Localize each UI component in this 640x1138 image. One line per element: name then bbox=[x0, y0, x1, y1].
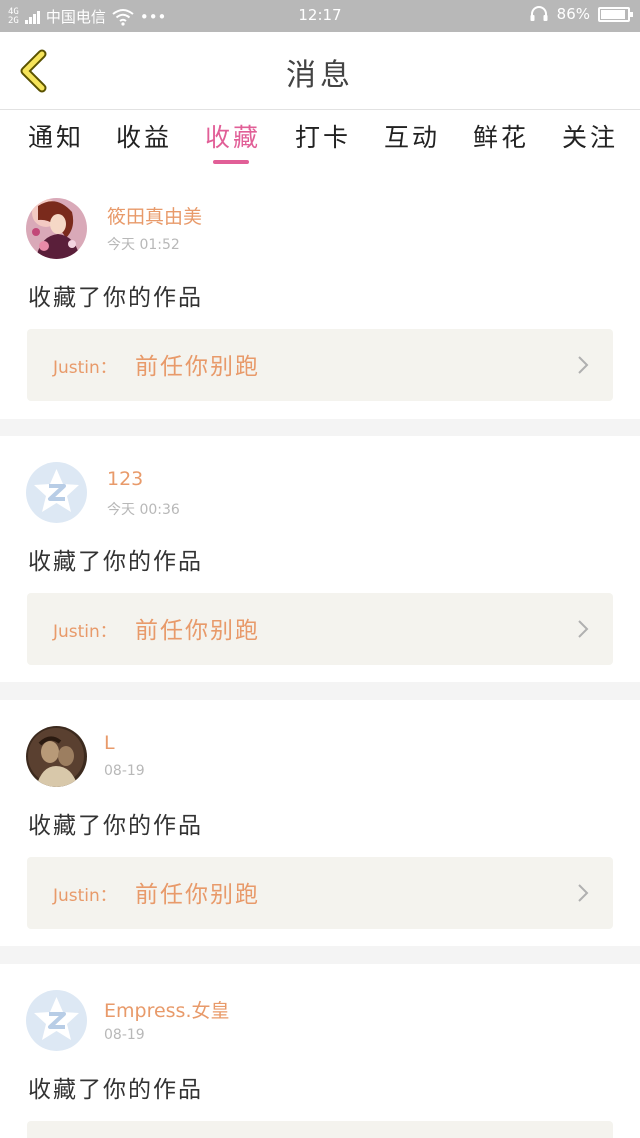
chevron-right-icon bbox=[578, 356, 589, 374]
action-text: 收藏了你的作品 bbox=[28, 813, 203, 839]
avatar[interactable] bbox=[26, 726, 87, 787]
page-title: 消息 bbox=[286, 58, 354, 93]
tab-notice[interactable]: 通知 bbox=[28, 118, 84, 154]
work-link[interactable]: Justin： 前任你别跑 bbox=[27, 329, 613, 401]
avatar[interactable] bbox=[26, 990, 87, 1051]
list-item[interactable]: 筱田真由美 今天 01:52 收藏了你的作品 Justin： 前任你别跑 bbox=[0, 168, 640, 419]
tab-follow[interactable]: 关注 bbox=[562, 118, 618, 154]
battery-percent: 86% bbox=[556, 5, 590, 23]
work-author: Justin： bbox=[53, 622, 117, 642]
username[interactable]: 123 bbox=[107, 468, 143, 490]
list-item[interactable]: 123 今天 00:36 收藏了你的作品 Justin： 前任你别跑 bbox=[0, 436, 640, 682]
username[interactable]: 筱田真由美 bbox=[107, 202, 202, 229]
header: 消息 bbox=[0, 32, 640, 110]
chevron-right-icon bbox=[578, 620, 589, 638]
work-title: 前任你别跑 bbox=[135, 618, 260, 644]
status-right: 86% bbox=[529, 5, 633, 23]
status-bar: 4G 2G 中国电信 ••• 12:17 86% bbox=[0, 0, 640, 32]
tab-favorites[interactable]: 收藏 bbox=[205, 118, 261, 154]
active-tab-indicator bbox=[213, 160, 249, 164]
action-text: 收藏了你的作品 bbox=[28, 549, 203, 575]
list-item[interactable]: L 08-19 收藏了你的作品 Justin： 前任你别跑 bbox=[0, 700, 640, 946]
username[interactable]: L bbox=[104, 732, 115, 754]
work-author: Justin： bbox=[53, 358, 117, 378]
username[interactable]: Empress.女皇 bbox=[104, 996, 230, 1023]
avatar[interactable] bbox=[26, 198, 87, 259]
work-title: 前任你别跑 bbox=[135, 882, 260, 908]
headset-icon bbox=[530, 6, 548, 21]
tab-checkin[interactable]: 打卡 bbox=[295, 118, 351, 154]
timestamp: 08-19 bbox=[104, 1027, 145, 1043]
tab-earnings[interactable]: 收益 bbox=[116, 118, 172, 154]
work-title: 前任你别跑 bbox=[135, 354, 260, 380]
timestamp: 今天 00:36 bbox=[107, 502, 180, 518]
work-link[interactable]: Justin： 前任你别跑 bbox=[27, 857, 613, 929]
tab-bar: 通知 收益 收藏 打卡 互动 鲜花 关注 bbox=[0, 110, 640, 168]
work-link[interactable]: Justin： 前任你别跑 bbox=[27, 593, 613, 665]
action-text: 收藏了你的作品 bbox=[28, 1077, 203, 1103]
action-text: 收藏了你的作品 bbox=[28, 285, 203, 311]
tab-interaction[interactable]: 互动 bbox=[384, 118, 440, 154]
avatar[interactable] bbox=[26, 462, 87, 523]
work-link[interactable] bbox=[27, 1121, 613, 1138]
timestamp: 08-19 bbox=[104, 763, 145, 779]
tab-flowers[interactable]: 鲜花 bbox=[473, 118, 529, 154]
timestamp: 今天 01:52 bbox=[107, 237, 180, 253]
work-author: Justin： bbox=[53, 886, 117, 906]
battery-icon bbox=[598, 6, 633, 22]
list-item[interactable]: Empress.女皇 08-19 收藏了你的作品 bbox=[0, 964, 640, 1138]
chevron-right-icon bbox=[578, 884, 589, 902]
